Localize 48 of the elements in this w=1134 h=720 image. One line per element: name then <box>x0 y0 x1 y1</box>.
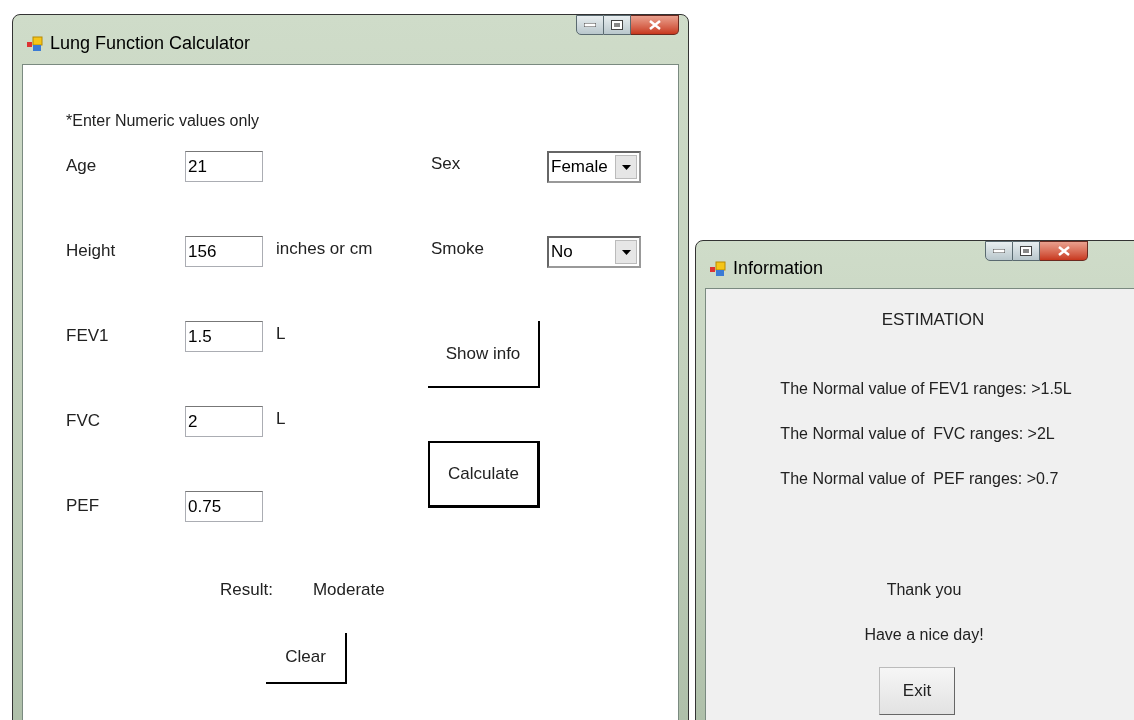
result-value: Moderate <box>312 579 385 601</box>
caret-icon <box>621 164 631 170</box>
app-icon <box>26 34 44 53</box>
dropdown-label: Sex <box>430 153 462 175</box>
input-field[interactable]: 156 <box>185 236 263 267</box>
info-text: The Normal value of PEF ranges: >0.7 <box>780 468 1060 489</box>
window-title: Information <box>733 257 824 280</box>
closing-text: Have a nice day! <box>864 624 984 645</box>
field-label: FVC <box>66 410 101 432</box>
info-text: The Normal value of FVC ranges: >2L <box>780 423 1056 444</box>
input-field[interactable]: 2 <box>185 406 263 437</box>
minimize-icon <box>993 249 1005 253</box>
minimize-icon <box>584 23 596 27</box>
field-label: FEV1 <box>66 325 110 347</box>
caret-icon <box>621 249 631 255</box>
form-button[interactable]: Calculate <box>428 441 540 508</box>
unit-label: inches or cm <box>276 238 373 260</box>
maximize-button[interactable] <box>604 15 631 35</box>
app-icon <box>709 259 727 278</box>
info-text: The Normal value of FEV1 ranges: >1.5L <box>780 378 1072 399</box>
dropdown[interactable]: No <box>547 236 641 268</box>
minimize-button[interactable] <box>576 15 604 35</box>
close-icon <box>648 20 661 30</box>
heading-text: ESTIMATION <box>881 309 985 331</box>
input-field[interactable]: 1.5 <box>185 321 263 352</box>
clear-button[interactable]: Clear <box>266 632 347 684</box>
note-text: *Enter Numeric values only <box>66 111 260 131</box>
unit-label: L <box>276 408 286 430</box>
field-label: Age <box>66 155 98 177</box>
exit-button[interactable]: Exit <box>879 666 955 715</box>
unit-label: L <box>276 323 286 345</box>
close-button[interactable] <box>631 15 679 35</box>
field-label: Height <box>66 240 117 262</box>
closing-text: Thank you <box>886 579 962 600</box>
form-button[interactable]: Show info <box>428 321 540 388</box>
input-field[interactable]: 0.75 <box>185 491 263 522</box>
close-button[interactable] <box>1040 241 1088 261</box>
window-title: Lung Function Calculator <box>50 32 251 55</box>
field-label: PEF <box>66 495 101 517</box>
maximize-button[interactable] <box>1013 241 1040 261</box>
result-label: Result: <box>220 579 273 601</box>
minimize-button[interactable] <box>985 241 1013 261</box>
dropdown[interactable]: Female <box>547 151 641 183</box>
close-icon <box>1057 246 1070 256</box>
maximize-icon <box>1020 246 1032 256</box>
dropdown-label: Smoke <box>430 238 485 260</box>
maximize-icon <box>611 20 623 30</box>
input-field[interactable]: 21 <box>185 151 263 182</box>
